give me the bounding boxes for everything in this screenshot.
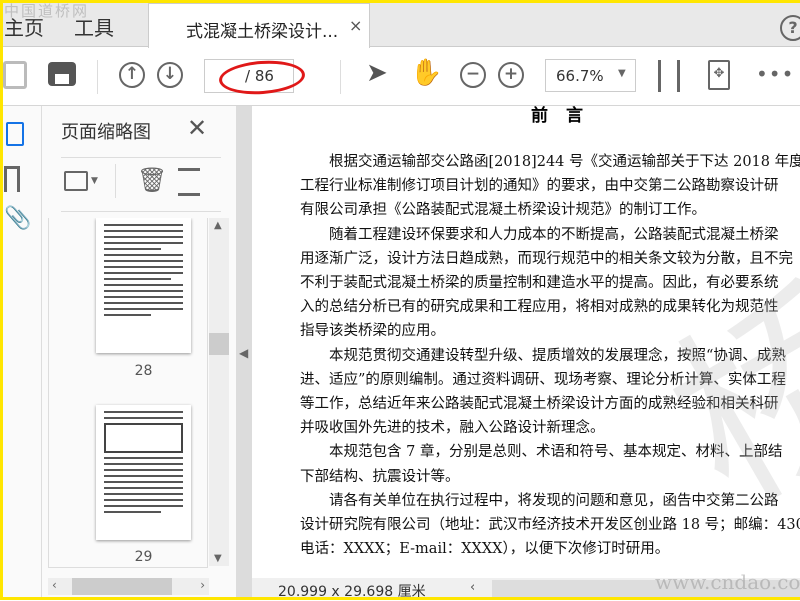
fit-page-icon[interactable]: ✥ (708, 60, 730, 90)
bookmark-icon[interactable] (4, 166, 20, 192)
watermark-logo: 中国道桥网 (4, 2, 90, 20)
document-text-line: 请各有关单位在执行过程中，将发现的问题和意见，函告中交第二公路 (300, 492, 779, 509)
save-icon[interactable] (3, 61, 27, 89)
document-text-line: 设计研究院有限公司（地址：武汉市经济技术开发区创业路 18 号；邮编：4300 (300, 517, 800, 533)
zoom-out-icon[interactable]: − (460, 62, 486, 88)
zoom-value: 66.7% (556, 67, 604, 85)
attachment-icon[interactable]: 📎 (4, 206, 31, 231)
toolbar: ↑ ↓ / 86 ➤ ✋ − + 66.7% ▼ ✥ ••• (0, 48, 800, 106)
zoom-in-icon[interactable]: + (498, 62, 524, 88)
zoom-select[interactable]: 66.7% ▼ (545, 59, 636, 92)
help-icon[interactable]: ? (780, 15, 800, 41)
more-tools-icon[interactable]: ••• (756, 62, 794, 86)
page-size: 20.999 x 29.698 厘米 (278, 584, 426, 600)
page-thumbnails-icon[interactable] (6, 122, 24, 146)
document-text-line: 根据交通运输部交公路函[2018]244 号《交通运输部关于下达 2018 年度 (300, 154, 800, 170)
tab-document[interactable]: 式混凝土桥梁设计... × (148, 3, 370, 48)
document-text-line: 电话：XXXX；E-mail：XXXX），以便下次修订时研用。 (300, 541, 670, 558)
page-thumbnail[interactable] (96, 218, 191, 353)
document-page: 前言 根据交通运输部交公路函[2018]244 号《交通运输部关于下达 2018… (252, 106, 800, 578)
scrollbar-thumb[interactable] (209, 333, 229, 355)
thumbnail-list: 28 29 (48, 218, 208, 568)
panel-divider[interactable]: ◀ (236, 106, 252, 600)
document-text-line: 随着工程建设环保要求和人力成本的不断提高，公路装配式混凝土桥梁 (300, 226, 779, 243)
next-page-icon[interactable]: ↓ (157, 62, 183, 88)
tab-bar: 主页 工具 式混凝土桥梁设计... × ? (0, 0, 800, 48)
document-text-line: 有限公司承担《公路装配式混凝土桥梁设计规范》的制订工作。 (300, 202, 706, 219)
thumbnails-panel: 页面缩略图 ✕ ▼ 🗑 28 29 ▲ ▼ ‹ › (42, 106, 236, 600)
previous-page-icon[interactable]: ↑ (119, 62, 145, 88)
scrollbar-thumb[interactable] (72, 578, 172, 595)
left-rail: 📎 (0, 106, 42, 600)
panel-title: 页面缩略图 (61, 122, 151, 143)
thumbnail-label: 29 (134, 549, 153, 565)
select-cursor-icon[interactable]: ➤ (366, 58, 388, 88)
document-tab-title: 式混凝土桥梁设计... (186, 22, 339, 42)
thumbnail-options-icon[interactable] (64, 171, 88, 191)
close-panel-icon[interactable]: ✕ (187, 114, 207, 142)
document-heading: 前言 (531, 106, 601, 126)
document-text-line: 并吸收国外先进的技术，融入公路设计新理念。 (300, 420, 605, 437)
document-text-line: 工程行业标准制修订项目计划的通知》的要求，由中交第二公路勘察设计研 (300, 178, 779, 195)
collapse-panel-icon[interactable]: ◀ (239, 346, 248, 360)
print-icon[interactable] (48, 62, 76, 86)
fit-width-icon[interactable] (658, 60, 680, 92)
thumbnail-vertical-scrollbar[interactable]: ▲ ▼ (209, 218, 229, 566)
hand-tool-icon[interactable]: ✋ (410, 58, 442, 88)
document-text-line: 指导该类桥梁的应用。 (300, 323, 445, 340)
document-text-line: 下部结构、抗震设计等。 (300, 468, 460, 485)
watermark-url: www.cndao.com (655, 570, 800, 594)
insert-page-icon[interactable] (178, 168, 200, 196)
chevron-down-icon: ▼ (618, 68, 626, 79)
close-tab-icon[interactable]: × (349, 16, 362, 35)
page-thumbnail[interactable] (96, 405, 191, 540)
delete-icon[interactable]: 🗑 (137, 166, 167, 194)
thumbnail-horizontal-scrollbar[interactable]: ‹ › (48, 578, 209, 595)
thumbnail-label: 28 (134, 363, 153, 379)
chevron-down-icon[interactable]: ▼ (91, 176, 98, 186)
